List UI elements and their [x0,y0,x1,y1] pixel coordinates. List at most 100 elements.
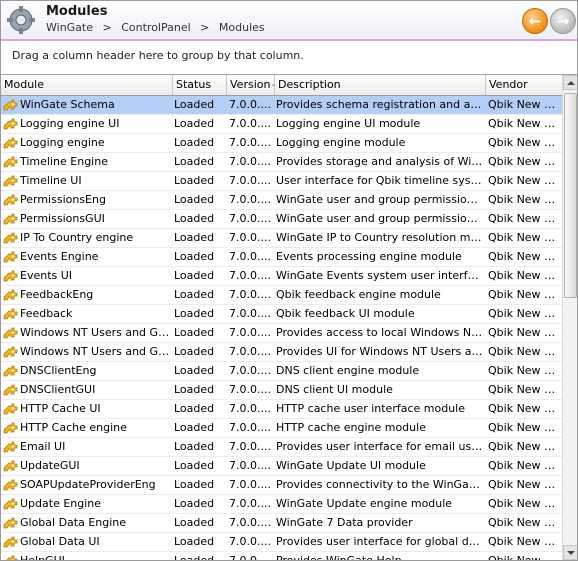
table-row[interactable]: Windows NT Users and Grou... Loaded 7.0.0.… [1,324,562,343]
table-row[interactable]: DNSClientEng Loaded 7.0.0.... DNS client en… [1,362,562,381]
table-row[interactable]: Windows NT Users and Grou... Loaded 7.0.0.… [1,343,562,362]
cell-vendor: Qbik New Ze... [488,269,561,282]
plugin-icon [3,136,18,150]
cell-description: Provides access to local Windows NT use.… [276,326,483,339]
cell-vendor: Qbik New Ze... [488,193,561,206]
cell-description: Provides user interface for email user e… [276,440,483,453]
cell-version: 7.0.0.... [229,269,271,282]
cell-description: WinGate user and group permissions en... [276,193,483,206]
cell-version: 7.0.0.... [229,345,271,358]
cell-module: Timeline UI [20,174,82,187]
cell-status: Loaded [174,478,215,491]
table-row[interactable]: Events Engine Loaded 7.0.0.... Events proce… [1,248,562,267]
table-row[interactable]: Logging engine UI Loaded 7.0.0.... Logging … [1,115,562,134]
cell-module: Events UI [20,269,73,282]
cell-module: Global Data Engine [20,516,127,529]
cell-description: WinGate user and group permissions UI [276,212,483,225]
scrollbar-thumb[interactable] [564,93,577,298]
plugin-icon [3,307,18,321]
cell-version: 7.0.0.... [229,421,271,434]
table-row[interactable]: Events UI Loaded 7.0.0.... WinGate Events s… [1,267,562,286]
plugin-icon [3,478,18,492]
breadcrumb-separator: > [200,21,210,34]
cell-status: Loaded [174,364,215,377]
table-row[interactable]: SOAPUpdateProviderEng Loaded 7.0.0.... Prov… [1,476,562,495]
cell-vendor: Qbik New Ze... [488,554,561,561]
column-header-version[interactable]: Version [227,75,275,95]
table-row[interactable]: Global Data UI Loaded 7.0.0.... Provides us… [1,533,562,552]
grid-body: WinGate Schema Loaded 7.0.0.... Provides sc… [1,96,562,561]
table-row[interactable]: Global Data Engine Loaded 7.0.0.... WinGate… [1,514,562,533]
table-row[interactable]: HTTP Cache UI Loaded 7.0.0.... HTTP cache u… [1,400,562,419]
table-row[interactable]: FeedbackEng Loaded 7.0.0.... Qbik feedback … [1,286,562,305]
cell-status: Loaded [174,307,215,320]
cell-version: 7.0.0.... [229,497,271,510]
table-row[interactable]: UpdateGUI Loaded 7.0.0.... WinGate Update U… [1,457,562,476]
cell-module: Global Data UI [20,535,100,548]
table-row[interactable]: PermissionsGUI Loaded 7.0.0.... WinGate use… [1,210,562,229]
cell-version: 7.0.0.... [229,326,271,339]
back-button[interactable]: ← [522,8,548,34]
plugin-icon [3,231,18,245]
table-row[interactable]: IP To Country engine Loaded 7.0.0.... WinGa… [1,229,562,248]
cell-version: 7.0.0.... [229,535,271,548]
plugin-icon [3,345,18,359]
plugin-icon [3,554,18,560]
plugin-icon [3,459,18,473]
column-header-status-label: Status [176,78,212,91]
cell-status: Loaded [174,231,215,244]
group-by-panel[interactable]: Drag a column header here to group by th… [1,41,577,74]
cell-description: Qbik feedback engine module [276,288,441,301]
table-row[interactable]: Email UI Loaded 7.0.0.... Provides user int… [1,438,562,457]
cell-module: IP To Country engine [20,231,134,244]
cell-vendor: Qbik New Ze... [488,345,561,358]
table-row[interactable]: HelpGUI Loaded 7.0.0.... Provides WinGate H… [1,552,562,561]
plugin-icon [3,326,18,340]
column-header-version-label: Version [230,78,271,91]
forward-button[interactable]: → [550,8,576,34]
cell-version: 7.0.0.... [229,212,271,225]
cell-description: Provides UI for Windows NT Users and G..… [276,345,483,358]
cell-module: Logging engine UI [20,117,120,130]
cell-description: Provides schema registration and access.… [276,98,483,111]
table-row[interactable]: PermissionsEng Loaded 7.0.0.... WinGate use… [1,191,562,210]
cell-vendor: Qbik New Ze... [488,98,561,111]
table-row[interactable]: Timeline UI Loaded 7.0.0.... User interface… [1,172,562,191]
cell-vendor: Qbik New Ze... [488,497,561,510]
cell-description: WinGate Update UI module [276,459,426,472]
cell-vendor: Qbik New Ze... [488,364,561,377]
table-row[interactable]: DNSClientGUI Loaded 7.0.0.... DNS client UI… [1,381,562,400]
table-row[interactable]: Timeline Engine Loaded 7.0.0.... Provides s… [1,153,562,172]
cell-vendor: Qbik New Ze... [488,288,561,301]
cell-vendor: Qbik New Ze... [488,402,561,415]
cell-status: Loaded [174,383,215,396]
breadcrumb-wingate[interactable]: WinGate [46,21,93,34]
column-header-vendor[interactable]: Vendor [486,75,562,95]
column-header-description-label: Description [278,78,341,91]
vertical-scrollbar[interactable] [562,75,577,560]
cell-vendor: Qbik New Ze... [488,136,561,149]
column-header-module[interactable]: Module [1,75,173,95]
scroll-up-button[interactable] [563,75,577,90]
column-header-status[interactable]: Status [173,75,227,95]
table-row[interactable]: WinGate Schema Loaded 7.0.0.... Provides sc… [1,96,562,115]
table-row[interactable]: HTTP Cache engine Loaded 7.0.0.... HTTP cac… [1,419,562,438]
table-row[interactable]: Logging engine Loaded 7.0.0.... Logging eng… [1,134,562,153]
cell-version: 7.0.0.... [229,288,271,301]
column-header-vendor-label: Vendor [489,78,528,91]
scroll-down-button[interactable] [563,545,577,560]
breadcrumb-modules[interactable]: Modules [219,21,265,34]
modules-grid: Module Status Version Description Vendor… [1,74,577,561]
breadcrumb-controlpanel[interactable]: ControlPanel [121,21,190,34]
cell-module: HTTP Cache UI [20,402,101,415]
cell-status: Loaded [174,459,215,472]
table-row[interactable]: Feedback Loaded 7.0.0.... Qbik feedback UI … [1,305,562,324]
chevron-up-icon [566,80,575,85]
cell-vendor: Qbik New Ze... [488,459,561,472]
column-header-description[interactable]: Description [275,75,486,95]
cell-vendor: Qbik New Ze... [488,440,561,453]
cell-vendor: Qbik New Ze... [488,212,561,225]
table-row[interactable]: Update Engine Loaded 7.0.0.... WinGate Upda… [1,495,562,514]
group-by-hint: Drag a column header here to group by th… [12,49,304,62]
arrow-left-icon: ← [528,12,542,30]
